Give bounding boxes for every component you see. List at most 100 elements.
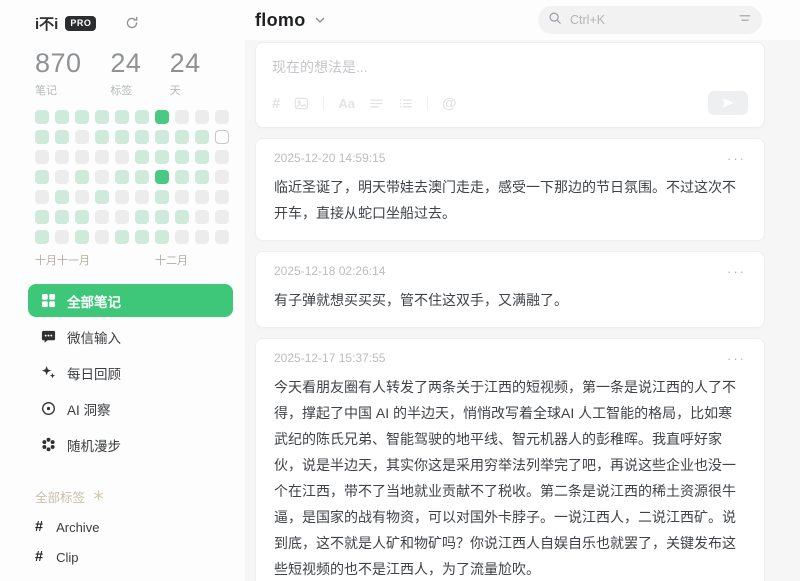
heatmap-cell [55, 210, 69, 224]
tags-section-header: 全部标签 [35, 487, 245, 506]
heatmap-cell [215, 190, 229, 204]
send-button[interactable] [708, 91, 748, 115]
tag-item-dayone[interactable]: # DayOne [35, 572, 245, 581]
heatmap-cell [35, 110, 49, 124]
stat-days: 24 天 [170, 48, 245, 98]
note-input[interactable]: 现在的想法是... [272, 57, 748, 91]
list-icon[interactable] [369, 96, 384, 111]
sidebar-item-random-walk[interactable]: 随机漫步 [28, 428, 233, 461]
tag-icon[interactable]: # [272, 95, 280, 112]
search-input[interactable]: Ctrl+K [538, 6, 762, 34]
heatmap-cell [195, 190, 209, 204]
sync-icon[interactable] [125, 16, 139, 30]
text-style-icon[interactable]: Aa [338, 96, 355, 111]
heatmap-cell [75, 150, 89, 164]
stat-tags-value: 24 [110, 48, 169, 79]
stat-days-label: 天 [170, 82, 245, 98]
note-content: 今天看朋友圈有人转发了两条关于江西的短视频，第一条是说江西的人了不得，撑起了中国… [274, 374, 746, 581]
user-name: i不i [35, 13, 58, 34]
heatmap-cell [115, 130, 129, 144]
heatmap-cell [175, 170, 189, 184]
heatmap-cell [35, 230, 49, 244]
tags-header-label: 全部标签 [35, 487, 85, 506]
heatmap-cell [195, 150, 209, 164]
heatmap-cell [155, 210, 169, 224]
sidebar-item-all-notes[interactable]: 全部笔记 [28, 284, 233, 317]
ordered-list-icon[interactable] [398, 96, 413, 111]
notes-scroll-area[interactable]: 现在的想法是... # Aa [245, 40, 800, 581]
heatmap-cell [75, 110, 89, 124]
sidebar-item-label: 微信输入 [67, 327, 121, 347]
heatmap-cell [35, 210, 49, 224]
random-walk-flower-icon [41, 437, 56, 452]
stat-notes: 870 笔记 [35, 48, 110, 98]
note-content: 有子弹就想买买买，管不住这双手，又满融了。 [274, 287, 746, 313]
sidebar-menu: 全部笔记 微信输入 每日回顾 [28, 284, 233, 461]
tag-item-archive[interactable]: # Archive [35, 512, 245, 542]
sidebar-item-wechat-input[interactable]: 微信输入 [28, 320, 233, 353]
note-more-icon[interactable]: ··· [727, 265, 746, 278]
heatmap-cell [75, 190, 89, 204]
note-content: 临近圣诞了，明天带娃去澳门走走，感受一下那边的节日氛围。不过这次不开车，直接从蛇… [274, 174, 746, 226]
tag-label: Archive [56, 520, 99, 535]
flomo-app: i不i PRO 870 笔记 24 标签 24 天 [0, 0, 800, 581]
heatmap-cell [115, 210, 129, 224]
note-card: 2025-12-17 15:37:55 ··· 今天看朋友圈有人转发了两条关于江… [255, 338, 765, 581]
heatmap-cell [75, 230, 89, 244]
ai-insight-icon [41, 401, 56, 416]
heatmap-grid [35, 110, 245, 244]
hash-icon: # [35, 519, 43, 535]
sidebar-item-label: 全部笔记 [67, 291, 121, 311]
note-card: 2025-12-18 02:26:14 ··· 有子弹就想买买买，管不住这双手，… [255, 251, 765, 328]
heatmap-cell [95, 170, 109, 184]
toolbar-divider [427, 96, 428, 110]
heatmap-cell [155, 190, 169, 204]
heatmap-cell [95, 130, 109, 144]
heatmap-cell [175, 210, 189, 224]
note-timestamp: 2025-12-17 15:37:55 [274, 351, 385, 365]
heatmap-cell [135, 210, 149, 224]
heatmap-cell [135, 150, 149, 164]
heatmap-cell [215, 210, 229, 224]
heatmap-cell [115, 150, 129, 164]
chevron-down-icon[interactable] [314, 14, 326, 26]
heatmap-cell [215, 110, 229, 124]
tags-sort-icon[interactable] [93, 490, 104, 504]
heatmap-cell [195, 130, 209, 144]
note-header: 2025-12-17 15:37:55 ··· [274, 351, 746, 365]
month-label: 十二月 [155, 252, 188, 268]
tag-item-clip[interactable]: # Clip [35, 542, 245, 572]
heatmap-cell [155, 170, 169, 184]
heatmap-months: 十月十一月 十二月 [35, 252, 245, 266]
image-icon[interactable] [294, 96, 309, 111]
sidebar-item-daily-review[interactable]: 每日回顾 [28, 356, 233, 389]
heatmap-cell [135, 170, 149, 184]
heatmap-cell [35, 170, 49, 184]
sidebar-item-label: AI 洞察 [67, 399, 111, 419]
heatmap-cell [195, 210, 209, 224]
heatmap-cell [135, 230, 149, 244]
note-card: 2025-12-20 14:59:15 ··· 临近圣诞了，明天带娃去澳门走走，… [255, 138, 765, 241]
heatmap-cell [35, 190, 49, 204]
heatmap-cell [55, 150, 69, 164]
heatmap-cell [75, 130, 89, 144]
note-more-icon[interactable]: ··· [727, 152, 746, 165]
filter-icon[interactable] [738, 11, 752, 30]
note-more-icon[interactable]: ··· [727, 352, 746, 365]
heatmap-cell [75, 210, 89, 224]
heatmap-cell [95, 190, 109, 204]
sidebar-item-ai-insight[interactable]: AI 洞察 [28, 392, 233, 425]
search-placeholder: Ctrl+K [570, 13, 730, 27]
heatmap-cell [115, 110, 129, 124]
heatmap-cell [175, 110, 189, 124]
heatmap-cell [215, 230, 229, 244]
heatmap-cell [35, 150, 49, 164]
pro-badge[interactable]: PRO [65, 16, 96, 31]
heatmap-cell [115, 230, 129, 244]
tag-list: # Archive # Clip # DayOne # ing # Now [35, 512, 245, 581]
note-editor: 现在的想法是... # Aa [255, 42, 765, 128]
hash-icon: # [35, 549, 43, 565]
stats: 870 笔记 24 标签 24 天 [35, 48, 245, 98]
heatmap-cell [175, 230, 189, 244]
mention-icon[interactable]: @ [442, 95, 457, 112]
